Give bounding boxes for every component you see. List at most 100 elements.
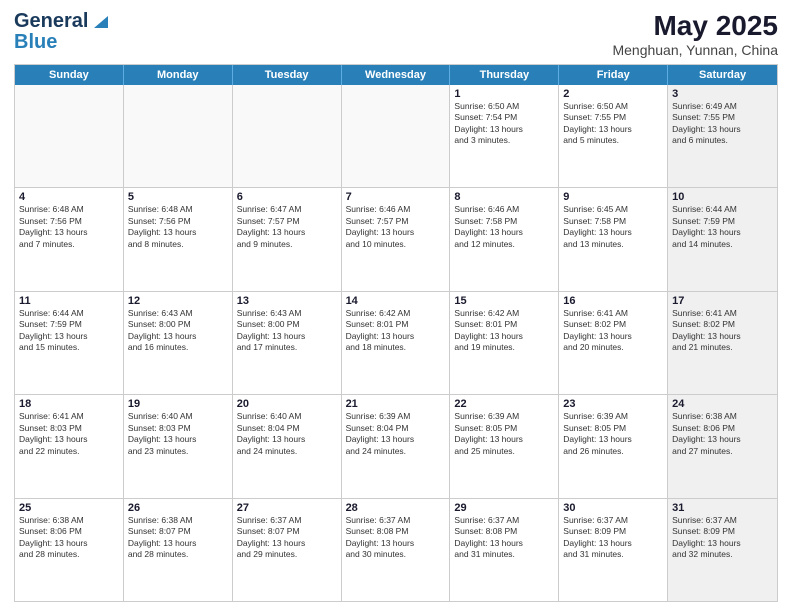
day-number: 31 <box>672 502 773 514</box>
logo-line1: General <box>14 11 88 31</box>
weekday-wednesday: Wednesday <box>342 65 451 85</box>
calendar-cell-w3d0: 18Sunrise: 6:41 AM Sunset: 8:03 PM Dayli… <box>15 395 124 497</box>
day-info: Sunrise: 6:37 AM Sunset: 8:07 PM Dayligh… <box>237 515 337 561</box>
day-info: Sunrise: 6:39 AM Sunset: 8:05 PM Dayligh… <box>563 411 663 457</box>
day-number: 6 <box>237 191 337 203</box>
day-number: 29 <box>454 502 554 514</box>
calendar-cell-w0d3 <box>342 85 451 187</box>
logo: General Blue <box>14 10 112 52</box>
calendar-cell-w3d1: 19Sunrise: 6:40 AM Sunset: 8:03 PM Dayli… <box>124 395 233 497</box>
day-info: Sunrise: 6:46 AM Sunset: 7:57 PM Dayligh… <box>346 204 446 250</box>
calendar-cell-w0d4: 1Sunrise: 6:50 AM Sunset: 7:54 PM Daylig… <box>450 85 559 187</box>
day-number: 7 <box>346 191 446 203</box>
day-info: Sunrise: 6:49 AM Sunset: 7:55 PM Dayligh… <box>672 101 773 147</box>
calendar-cell-w0d6: 3Sunrise: 6:49 AM Sunset: 7:55 PM Daylig… <box>668 85 777 187</box>
day-info: Sunrise: 6:43 AM Sunset: 8:00 PM Dayligh… <box>128 308 228 354</box>
calendar-body: 1Sunrise: 6:50 AM Sunset: 7:54 PM Daylig… <box>15 85 777 601</box>
calendar-cell-w3d4: 22Sunrise: 6:39 AM Sunset: 8:05 PM Dayli… <box>450 395 559 497</box>
calendar-cell-w1d2: 6Sunrise: 6:47 AM Sunset: 7:57 PM Daylig… <box>233 188 342 290</box>
calendar-cell-w4d3: 28Sunrise: 6:37 AM Sunset: 8:08 PM Dayli… <box>342 499 451 601</box>
day-number: 18 <box>19 398 119 410</box>
day-number: 20 <box>237 398 337 410</box>
day-info: Sunrise: 6:37 AM Sunset: 8:08 PM Dayligh… <box>346 515 446 561</box>
day-info: Sunrise: 6:48 AM Sunset: 7:56 PM Dayligh… <box>19 204 119 250</box>
day-info: Sunrise: 6:42 AM Sunset: 8:01 PM Dayligh… <box>346 308 446 354</box>
calendar-cell-w2d6: 17Sunrise: 6:41 AM Sunset: 8:02 PM Dayli… <box>668 292 777 394</box>
calendar-cell-w4d4: 29Sunrise: 6:37 AM Sunset: 8:08 PM Dayli… <box>450 499 559 601</box>
calendar-cell-w2d3: 14Sunrise: 6:42 AM Sunset: 8:01 PM Dayli… <box>342 292 451 394</box>
weekday-saturday: Saturday <box>668 65 777 85</box>
day-number: 14 <box>346 295 446 307</box>
calendar-week-1: 4Sunrise: 6:48 AM Sunset: 7:56 PM Daylig… <box>15 188 777 291</box>
calendar-cell-w3d3: 21Sunrise: 6:39 AM Sunset: 8:04 PM Dayli… <box>342 395 451 497</box>
header: General Blue May 2025 Menghuan, Yunnan, … <box>14 10 778 58</box>
calendar-cell-w4d5: 30Sunrise: 6:37 AM Sunset: 8:09 PM Dayli… <box>559 499 668 601</box>
day-info: Sunrise: 6:37 AM Sunset: 8:09 PM Dayligh… <box>672 515 773 561</box>
subtitle: Menghuan, Yunnan, China <box>612 42 778 58</box>
day-number: 21 <box>346 398 446 410</box>
day-info: Sunrise: 6:42 AM Sunset: 8:01 PM Dayligh… <box>454 308 554 354</box>
day-number: 3 <box>672 88 773 100</box>
day-number: 1 <box>454 88 554 100</box>
day-number: 26 <box>128 502 228 514</box>
day-number: 11 <box>19 295 119 307</box>
day-number: 2 <box>563 88 663 100</box>
calendar-cell-w0d2 <box>233 85 342 187</box>
calendar-cell-w4d6: 31Sunrise: 6:37 AM Sunset: 8:09 PM Dayli… <box>668 499 777 601</box>
calendar-cell-w3d6: 24Sunrise: 6:38 AM Sunset: 8:06 PM Dayli… <box>668 395 777 497</box>
calendar-cell-w1d1: 5Sunrise: 6:48 AM Sunset: 7:56 PM Daylig… <box>124 188 233 290</box>
calendar-cell-w0d1 <box>124 85 233 187</box>
calendar-week-2: 11Sunrise: 6:44 AM Sunset: 7:59 PM Dayli… <box>15 292 777 395</box>
calendar-cell-w3d5: 23Sunrise: 6:39 AM Sunset: 8:05 PM Dayli… <box>559 395 668 497</box>
day-info: Sunrise: 6:50 AM Sunset: 7:54 PM Dayligh… <box>454 101 554 147</box>
day-info: Sunrise: 6:47 AM Sunset: 7:57 PM Dayligh… <box>237 204 337 250</box>
day-number: 24 <box>672 398 773 410</box>
day-info: Sunrise: 6:39 AM Sunset: 8:05 PM Dayligh… <box>454 411 554 457</box>
day-info: Sunrise: 6:45 AM Sunset: 7:58 PM Dayligh… <box>563 204 663 250</box>
calendar-cell-w2d1: 12Sunrise: 6:43 AM Sunset: 8:00 PM Dayli… <box>124 292 233 394</box>
day-info: Sunrise: 6:40 AM Sunset: 8:04 PM Dayligh… <box>237 411 337 457</box>
calendar-cell-w1d3: 7Sunrise: 6:46 AM Sunset: 7:57 PM Daylig… <box>342 188 451 290</box>
calendar-cell-w1d5: 9Sunrise: 6:45 AM Sunset: 7:58 PM Daylig… <box>559 188 668 290</box>
calendar-week-4: 25Sunrise: 6:38 AM Sunset: 8:06 PM Dayli… <box>15 499 777 601</box>
logo-line2: Blue <box>14 32 57 52</box>
calendar-cell-w2d4: 15Sunrise: 6:42 AM Sunset: 8:01 PM Dayli… <box>450 292 559 394</box>
page: General Blue May 2025 Menghuan, Yunnan, … <box>0 0 792 612</box>
logo-icon <box>90 10 112 32</box>
day-number: 28 <box>346 502 446 514</box>
day-number: 22 <box>454 398 554 410</box>
calendar-cell-w4d1: 26Sunrise: 6:38 AM Sunset: 8:07 PM Dayli… <box>124 499 233 601</box>
day-number: 15 <box>454 295 554 307</box>
day-info: Sunrise: 6:46 AM Sunset: 7:58 PM Dayligh… <box>454 204 554 250</box>
calendar-header: Sunday Monday Tuesday Wednesday Thursday… <box>15 65 777 85</box>
day-info: Sunrise: 6:41 AM Sunset: 8:02 PM Dayligh… <box>563 308 663 354</box>
day-info: Sunrise: 6:41 AM Sunset: 8:03 PM Dayligh… <box>19 411 119 457</box>
weekday-friday: Friday <box>559 65 668 85</box>
day-number: 25 <box>19 502 119 514</box>
day-number: 8 <box>454 191 554 203</box>
weekday-thursday: Thursday <box>450 65 559 85</box>
day-number: 4 <box>19 191 119 203</box>
day-info: Sunrise: 6:40 AM Sunset: 8:03 PM Dayligh… <box>128 411 228 457</box>
calendar-week-0: 1Sunrise: 6:50 AM Sunset: 7:54 PM Daylig… <box>15 85 777 188</box>
calendar-cell-w1d0: 4Sunrise: 6:48 AM Sunset: 7:56 PM Daylig… <box>15 188 124 290</box>
weekday-sunday: Sunday <box>15 65 124 85</box>
day-number: 9 <box>563 191 663 203</box>
calendar-cell-w1d4: 8Sunrise: 6:46 AM Sunset: 7:58 PM Daylig… <box>450 188 559 290</box>
day-info: Sunrise: 6:50 AM Sunset: 7:55 PM Dayligh… <box>563 101 663 147</box>
day-number: 12 <box>128 295 228 307</box>
day-info: Sunrise: 6:38 AM Sunset: 8:06 PM Dayligh… <box>672 411 773 457</box>
day-info: Sunrise: 6:39 AM Sunset: 8:04 PM Dayligh… <box>346 411 446 457</box>
day-info: Sunrise: 6:38 AM Sunset: 8:06 PM Dayligh… <box>19 515 119 561</box>
day-number: 17 <box>672 295 773 307</box>
calendar-cell-w0d0 <box>15 85 124 187</box>
calendar-week-3: 18Sunrise: 6:41 AM Sunset: 8:03 PM Dayli… <box>15 395 777 498</box>
day-number: 10 <box>672 191 773 203</box>
calendar: Sunday Monday Tuesday Wednesday Thursday… <box>14 64 778 602</box>
day-info: Sunrise: 6:48 AM Sunset: 7:56 PM Dayligh… <box>128 204 228 250</box>
calendar-cell-w2d5: 16Sunrise: 6:41 AM Sunset: 8:02 PM Dayli… <box>559 292 668 394</box>
day-info: Sunrise: 6:44 AM Sunset: 7:59 PM Dayligh… <box>19 308 119 354</box>
day-info: Sunrise: 6:44 AM Sunset: 7:59 PM Dayligh… <box>672 204 773 250</box>
calendar-cell-w3d2: 20Sunrise: 6:40 AM Sunset: 8:04 PM Dayli… <box>233 395 342 497</box>
day-number: 30 <box>563 502 663 514</box>
